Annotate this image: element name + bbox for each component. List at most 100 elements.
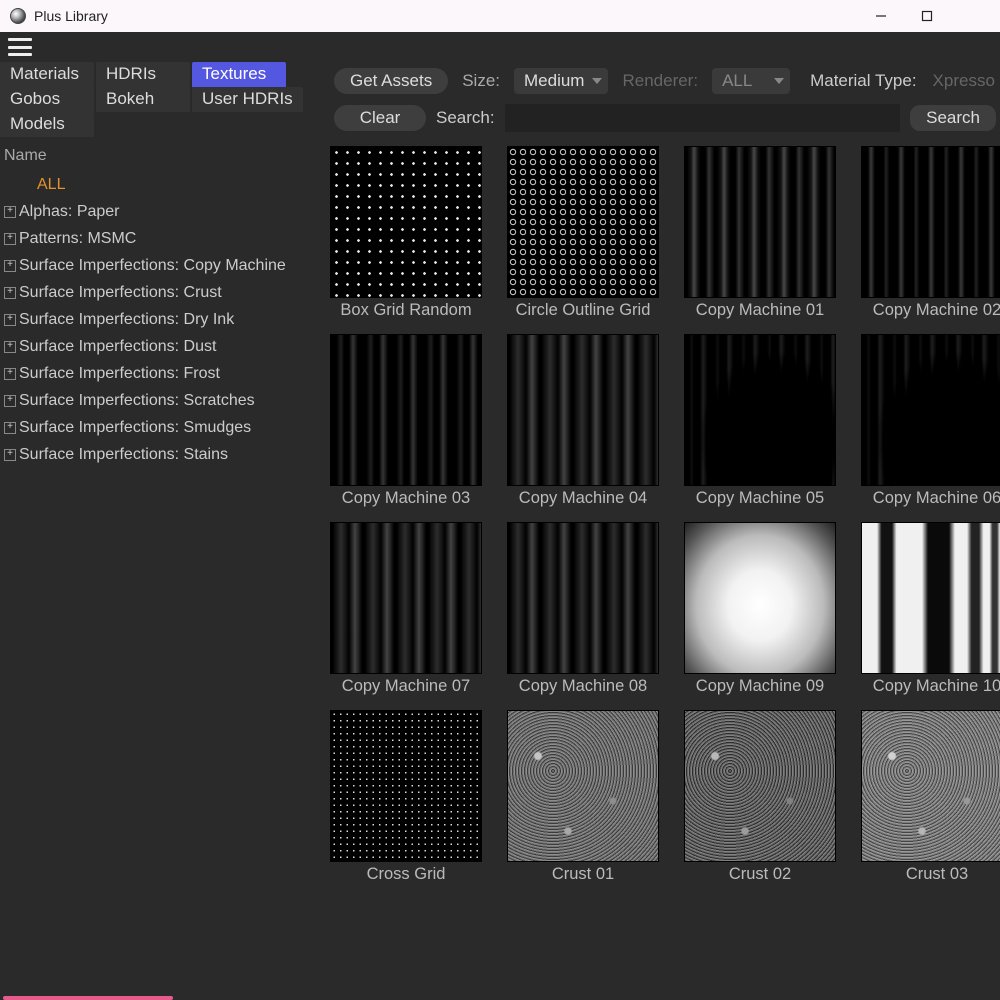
expand-icon[interactable] [4, 314, 16, 326]
size-value: Medium [524, 71, 584, 90]
tree-item[interactable]: Surface Imperfections: Dust [4, 333, 316, 360]
tree-item[interactable]: Surface Imperfections: Crust [4, 279, 316, 306]
tab-materials[interactable]: Materials [0, 62, 94, 87]
tree-item-label: Surface Imperfections: Smudges [19, 415, 251, 441]
tree-item-label: Surface Imperfections: Copy Machine [19, 253, 286, 279]
tab-bokeh[interactable]: Bokeh [96, 87, 190, 112]
material-type-label: Material Type: [810, 71, 916, 91]
tree-item[interactable]: Surface Imperfections: Scratches [4, 387, 316, 414]
asset-thumbnail [507, 522, 659, 674]
tab-textures[interactable]: Textures [192, 62, 286, 87]
size-select[interactable]: Medium [514, 68, 608, 94]
asset-thumbnail [330, 334, 482, 486]
renderer-label: Renderer: [622, 71, 698, 91]
get-assets-button[interactable]: Get Assets [334, 68, 448, 94]
expand-icon[interactable] [4, 341, 16, 353]
asset-cell[interactable]: Circle Outline Grid [507, 146, 659, 320]
asset-thumbnail [330, 710, 482, 862]
maximize-button[interactable] [904, 0, 950, 32]
tab-models[interactable]: Models [0, 112, 94, 137]
asset-label: Copy Machine 01 [684, 301, 836, 320]
tree-item[interactable]: Surface Imperfections: Smudges [4, 414, 316, 441]
tree-header: Name [4, 143, 316, 169]
app-icon [10, 8, 26, 24]
renderer-select[interactable]: ALL [712, 68, 790, 94]
tree-item[interactable]: Patterns: MSMC [4, 225, 316, 252]
asset-thumbnail [330, 146, 482, 298]
tab-user-hdris[interactable]: User HDRIs [192, 87, 303, 112]
material-type-value: Xpresso [933, 71, 995, 91]
search-label: Search: [436, 108, 495, 128]
renderer-value: ALL [722, 71, 752, 90]
expand-icon[interactable] [4, 233, 16, 245]
asset-thumbnail [684, 334, 836, 486]
expand-icon[interactable] [4, 449, 16, 461]
asset-cell[interactable]: Copy Machine 02 [861, 146, 1000, 320]
asset-label: Cross Grid [330, 865, 482, 884]
asset-label: Copy Machine 03 [330, 489, 482, 508]
asset-thumbnail [684, 710, 836, 862]
tree-item[interactable]: Surface Imperfections: Dry Ink [4, 306, 316, 333]
asset-cell[interactable]: Copy Machine 04 [507, 334, 659, 508]
clear-button[interactable]: Clear [334, 105, 426, 131]
search-button[interactable]: Search [910, 105, 996, 131]
asset-label: Copy Machine 08 [507, 677, 659, 696]
asset-thumbnail [861, 334, 1000, 486]
tab-row-2: GobosBokehUser HDRIs [0, 87, 322, 112]
search-input[interactable] [505, 104, 901, 132]
hamburger-icon [8, 38, 32, 56]
asset-label: Copy Machine 05 [684, 489, 836, 508]
content-panel: Get Assets Size: Medium Renderer: ALL Ma… [322, 62, 1000, 1000]
asset-cell[interactable]: Crust 02 [684, 710, 836, 884]
asset-cell[interactable]: Copy Machine 05 [684, 334, 836, 508]
expand-icon[interactable] [4, 368, 16, 380]
titlebar: Plus Library [0, 0, 1000, 32]
asset-thumbnail [684, 146, 836, 298]
asset-cell[interactable]: Copy Machine 03 [330, 334, 482, 508]
tree-item[interactable]: Surface Imperfections: Copy Machine [4, 252, 316, 279]
asset-label: Circle Outline Grid [507, 301, 659, 320]
asset-cell[interactable]: Copy Machine 08 [507, 522, 659, 696]
asset-cell[interactable]: Copy Machine 10 [861, 522, 1000, 696]
asset-thumbnail [861, 522, 1000, 674]
tree-item-label: Surface Imperfections: Crust [19, 280, 222, 306]
asset-label: Box Grid Random [330, 301, 482, 320]
expand-icon[interactable] [4, 206, 16, 218]
tree-item-label: Surface Imperfections: Stains [19, 442, 228, 468]
tab-row-1: MaterialsHDRIsTextures [0, 62, 322, 87]
asset-cell[interactable]: Copy Machine 01 [684, 146, 836, 320]
asset-cell[interactable]: Crust 03 [861, 710, 1000, 884]
hamburger-menu[interactable] [0, 32, 1000, 62]
asset-cell[interactable]: Copy Machine 09 [684, 522, 836, 696]
asset-label: Copy Machine 02 [861, 301, 1000, 320]
expand-icon[interactable] [4, 422, 16, 434]
tab-hdris[interactable]: HDRIs [96, 62, 190, 87]
tree-item[interactable]: Surface Imperfections: Frost [4, 360, 316, 387]
asset-label: Crust 02 [684, 865, 836, 884]
expand-icon[interactable] [4, 395, 16, 407]
asset-cell[interactable]: Crust 01 [507, 710, 659, 884]
asset-cell[interactable]: Copy Machine 07 [330, 522, 482, 696]
asset-label: Copy Machine 07 [330, 677, 482, 696]
expand-icon[interactable] [4, 260, 16, 272]
status-indicator [3, 996, 173, 1000]
tree-item-label: Surface Imperfections: Frost [19, 361, 220, 387]
asset-thumbnail [861, 710, 1000, 862]
expand-icon[interactable] [4, 287, 16, 299]
chevron-down-icon [774, 78, 784, 84]
tab-gobos[interactable]: Gobos [0, 87, 94, 112]
tree-item-label: ALL [37, 172, 65, 198]
toolbar: Get Assets Size: Medium Renderer: ALL Ma… [330, 62, 1000, 100]
sidebar: MaterialsHDRIsTextures GobosBokehUser HD… [0, 62, 322, 1000]
tree-item[interactable]: Surface Imperfections: Stains [4, 441, 316, 468]
tree-item-label: Alphas: Paper [19, 199, 120, 225]
size-label: Size: [462, 71, 500, 91]
asset-cell[interactable]: Cross Grid [330, 710, 482, 884]
asset-label: Crust 03 [861, 865, 1000, 884]
minimize-button[interactable] [858, 0, 904, 32]
tree-item-label: Surface Imperfections: Dry Ink [19, 307, 234, 333]
asset-cell[interactable]: Copy Machine 06 [861, 334, 1000, 508]
tree-item[interactable]: ALL [4, 171, 316, 198]
asset-cell[interactable]: Box Grid Random [330, 146, 482, 320]
tree-item[interactable]: Alphas: Paper [4, 198, 316, 225]
